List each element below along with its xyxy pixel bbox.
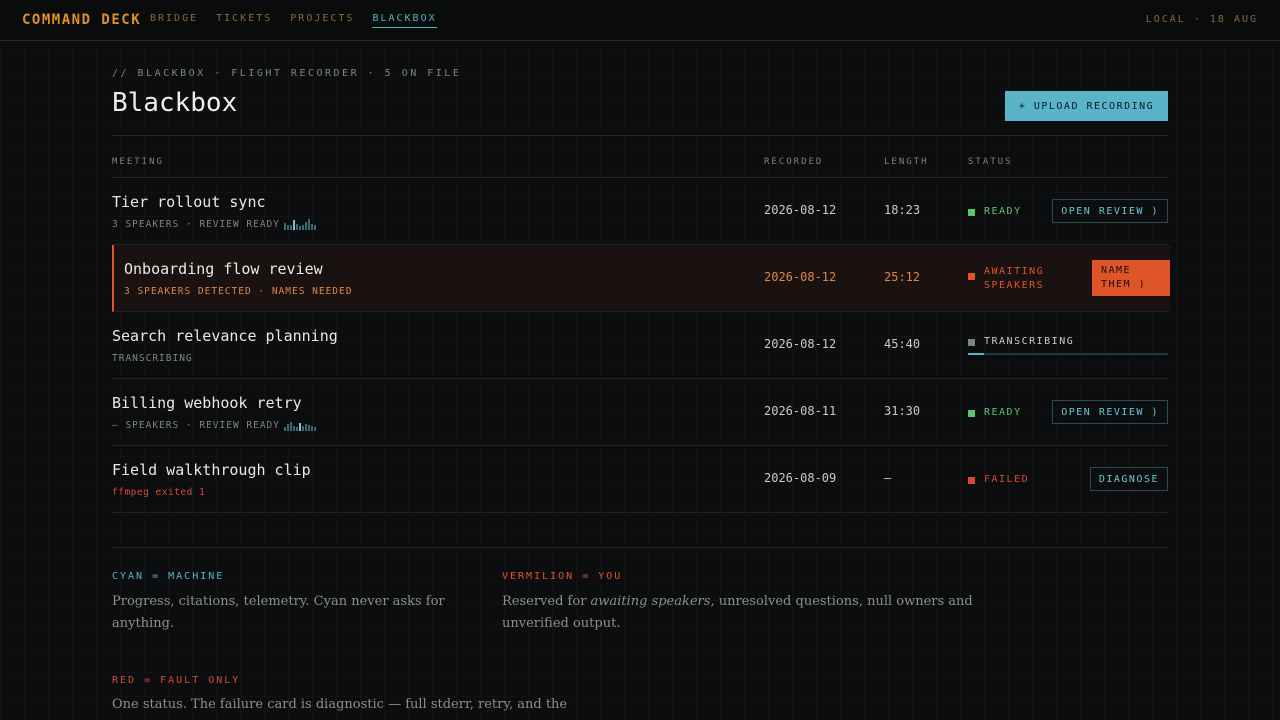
name-them-button[interactable]: NAME THEM ) [1092,260,1170,296]
name-them-line2: THEM ) [1101,279,1147,290]
nav-bridge[interactable]: BRIDGE [150,13,198,28]
status-label: READY [984,407,1022,418]
meeting-subtitle: 3 SPEAKERS DETECTED · NAMES NEEDED [124,286,353,297]
status-badge: READY [968,206,1022,217]
legend-red-label: RED = FAULT ONLY [112,675,241,686]
legend-cyan-text: Progress, citations, telemetry. Cyan nev… [112,594,445,631]
status-dot-icon [968,477,975,484]
status-badge: FAILED [968,474,1029,485]
page-kicker: // BLACKBOX · FLIGHT RECORDER · 5 ON FIL… [112,68,462,79]
recording-length: 31:30 [884,404,921,418]
meeting-title[interactable]: Billing webhook retry [112,394,302,412]
status-dot-icon [968,410,975,417]
open-review-button[interactable]: OPEN REVIEW ) [1052,400,1168,424]
col-header-length[interactable]: LENGTH [884,157,929,167]
recording-length: 25:12 [884,270,921,284]
top-bar: COMMAND DECK BRIDGE TICKETS PROJECTS BLA… [0,0,1280,41]
error-message: ffmpeg exited 1 [112,487,206,498]
status-label-line2: SPEAKERS [984,280,1045,291]
status-dot-icon [968,273,975,280]
main-nav: BRIDGE TICKETS PROJECTS BLACKBOX [150,13,437,28]
status-label: TRANSCRIBING [984,336,1075,347]
status-label-line1: AWAITING [984,266,1045,277]
legend-vermilion-text: Reserved for awaiting speakers, unresolv… [502,594,973,631]
status-badge: TRANSCRIBING [968,336,1074,347]
meeting-subtitle: — SPEAKERS · REVIEW READY [112,420,280,431]
waveform-sparkline [284,218,316,230]
recorded-date: 2026-08-11 [764,404,837,418]
meeting-title[interactable]: Tier rollout sync [112,193,266,211]
legend-red-text: One status. The failure card is diagnost… [112,697,568,712]
page-title: Blackbox [112,88,238,118]
status-dot-icon [968,209,975,216]
meeting-subtitle: 3 SPEAKERS · REVIEW READY [112,219,280,230]
local-date: LOCAL · 18 AUG [1145,14,1258,25]
recorded-date: 2026-08-09 [764,471,837,485]
progress-fill [968,353,984,355]
status-label: READY [984,206,1022,217]
transcription-progress-bar [968,353,1168,355]
meeting-title[interactable]: Search relevance planning [112,327,338,345]
header-divider [112,135,1168,136]
meeting-title[interactable]: Onboarding flow review [124,260,323,278]
table-row[interactable]: Search relevance planning TRANSCRIBING 2… [112,312,1168,379]
recording-length: 45:40 [884,337,921,351]
recorded-date: 2026-08-12 [764,270,837,284]
meeting-subtitle: TRANSCRIBING [112,353,193,364]
nav-projects[interactable]: PROJECTS [290,13,354,28]
legend-vermilion-label: VERMILION = YOU [502,571,623,582]
legend-divider [112,547,1168,548]
status-dot-icon [968,339,975,346]
status-label: FAILED [984,474,1030,485]
recorded-date: 2026-08-12 [764,337,837,351]
col-header-recorded[interactable]: RECORDED [764,157,823,167]
brand-logo[interactable]: COMMAND DECK [22,12,141,28]
recording-length: 18:23 [884,203,921,217]
nav-blackbox[interactable]: BLACKBOX [372,13,437,28]
name-them-line1: NAME [1101,265,1132,276]
meeting-title[interactable]: Field walkthrough clip [112,461,311,479]
table-row[interactable]: Onboarding flow review 3 SPEAKERS DETECT… [112,245,1170,312]
nav-tickets[interactable]: TICKETS [216,13,272,28]
col-header-status[interactable]: STATUS [968,157,1013,167]
recorded-date: 2026-08-12 [764,203,837,217]
status-badge: AWAITING SPEAKERS [968,265,1044,293]
open-review-button[interactable]: OPEN REVIEW ) [1052,199,1168,223]
status-badge: READY [968,407,1022,418]
col-header-meeting[interactable]: MEETING [112,157,164,167]
recording-length: — [884,471,892,485]
table-row[interactable]: Field walkthrough clip ffmpeg exited 1 2… [112,446,1168,513]
table-row[interactable]: Billing webhook retry — SPEAKERS · REVIE… [112,379,1168,446]
waveform-sparkline [284,419,316,431]
diagnose-button[interactable]: DIAGNOSE [1089,467,1168,491]
table-row[interactable]: Tier rollout sync 3 SPEAKERS · REVIEW RE… [112,178,1168,245]
legend-cyan-label: CYAN = MACHINE [112,571,225,582]
upload-recording-button[interactable]: + UPLOAD RECORDING [1005,91,1168,121]
